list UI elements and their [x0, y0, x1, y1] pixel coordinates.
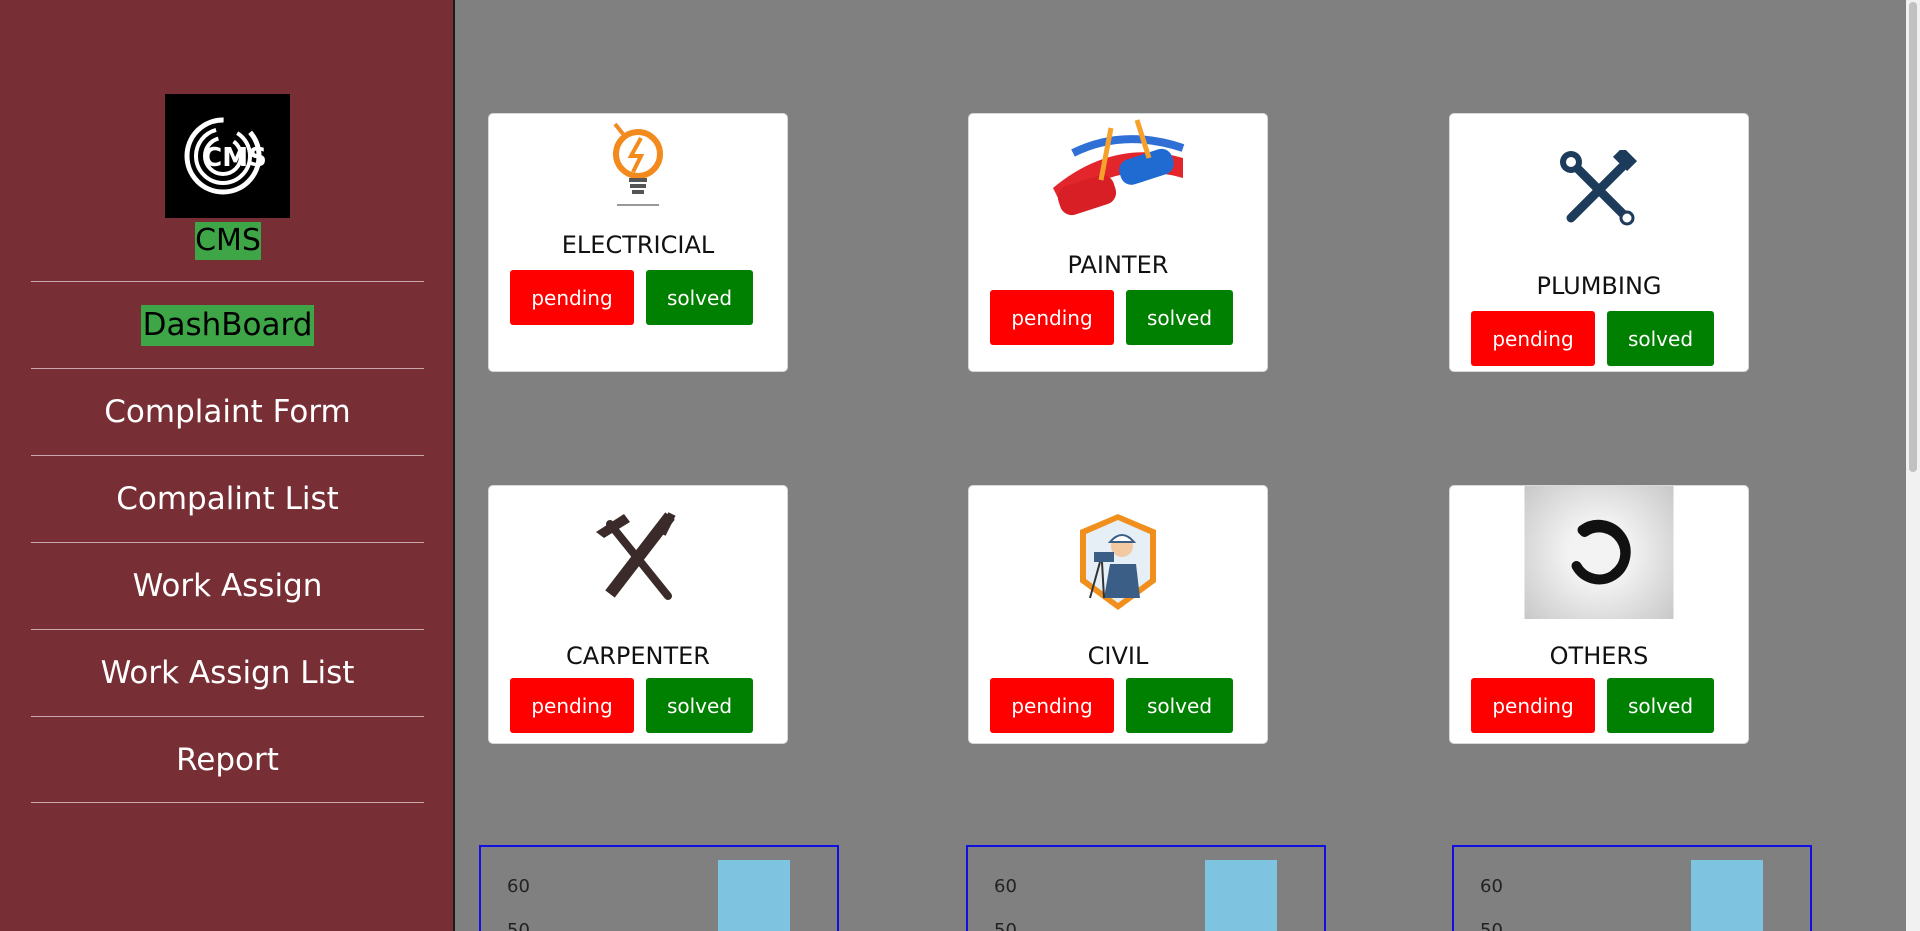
nav-item-work-assign[interactable]: Work Assign — [31, 542, 424, 629]
wrench-icon — [1559, 146, 1639, 230]
solved-button[interactable]: solved — [1126, 290, 1233, 345]
category-card-plumbing: PLUMBING pending solved — [1449, 113, 1749, 372]
solved-button[interactable]: solved — [646, 270, 753, 325]
card-title: CIVIL — [1087, 642, 1149, 670]
y-tick-label: 60 — [507, 876, 530, 897]
card-title: CARPENTER — [566, 642, 710, 670]
pending-button[interactable]: pending — [1471, 311, 1595, 366]
card-title: OTHERS — [1549, 642, 1649, 670]
pending-button[interactable]: pending — [510, 678, 634, 733]
nav-item-dashboard[interactable]: DashBoard — [31, 281, 424, 368]
card-actions: pending solved — [990, 678, 1233, 733]
hammer-saw-icon — [590, 512, 686, 604]
nav-item-label: Report — [176, 741, 279, 778]
card-actions: pending solved — [1471, 678, 1714, 733]
chart-panel-2: 60 50 — [966, 845, 1326, 931]
solved-button[interactable]: solved — [1607, 311, 1714, 366]
nav-item-complaint-list[interactable]: Compalint List — [31, 455, 424, 542]
solved-button[interactable]: solved — [646, 678, 753, 733]
nav-item-label: Compalint List — [116, 481, 339, 517]
nav-item-complaint-form[interactable]: Complaint Form — [31, 368, 424, 455]
sidebar-nav: DashBoard Complaint Form Compalint List … — [31, 281, 424, 803]
nav-item-work-assign-list[interactable]: Work Assign List — [31, 629, 424, 716]
chart-panel-1: 60 50 — [479, 845, 839, 931]
y-tick-label: 60 — [1480, 876, 1503, 897]
card-actions: pending solved — [1471, 311, 1714, 366]
surveyor-icon — [1076, 512, 1160, 612]
card-actions: pending solved — [510, 678, 753, 733]
card-title: PAINTER — [1067, 251, 1169, 279]
scrollbar-thumb[interactable] — [1909, 2, 1917, 472]
category-card-others: OTHERS pending solved — [1449, 485, 1749, 744]
brand-label: CMS — [195, 222, 261, 260]
nav-item-label: Work Assign — [132, 568, 323, 604]
category-card-electrical: ELECTRICIAL pending solved — [488, 113, 788, 372]
category-card-civil: CIVIL pending solved — [968, 485, 1268, 744]
nav-item-report[interactable]: Report — [31, 716, 424, 803]
chart-bar — [1691, 860, 1763, 931]
category-card-carpenter: CARPENTER pending solved — [488, 485, 788, 744]
pending-button[interactable]: pending — [510, 270, 634, 325]
y-tick-label: 50 — [1480, 920, 1503, 931]
chart-panel-3: 60 50 — [1452, 845, 1812, 931]
cms-logo: CMS — [165, 94, 290, 218]
pending-button[interactable]: pending — [990, 290, 1114, 345]
card-actions: pending solved — [990, 290, 1233, 345]
card-actions: pending solved — [510, 270, 753, 325]
nav-item-label: Work Assign List — [100, 655, 355, 691]
electrical-bulb-icon — [603, 118, 673, 208]
vertical-scrollbar[interactable] — [1906, 0, 1920, 931]
chart-bar — [718, 860, 790, 931]
sidebar: CMS CMS DashBoard Complaint Form Compali… — [0, 0, 455, 931]
pending-button[interactable]: pending — [990, 678, 1114, 733]
card-title: PLUMBING — [1536, 272, 1662, 300]
card-title: ELECTRICIAL — [561, 231, 715, 259]
y-tick-label: 50 — [994, 920, 1017, 931]
paint-roller-icon — [1043, 118, 1193, 230]
nav-item-label: Complaint Form — [104, 394, 351, 430]
y-tick-label: 50 — [507, 920, 530, 931]
loading-icon — [1524, 486, 1674, 619]
y-tick-label: 60 — [994, 876, 1017, 897]
solved-button[interactable]: solved — [1607, 678, 1714, 733]
category-card-painter: PAINTER pending solved — [968, 113, 1268, 372]
nav-item-label: DashBoard — [140, 304, 315, 346]
solved-button[interactable]: solved — [1126, 678, 1233, 733]
chart-bar — [1205, 860, 1277, 931]
logo-text: CMS — [203, 143, 267, 173]
pending-button[interactable]: pending — [1471, 678, 1595, 733]
